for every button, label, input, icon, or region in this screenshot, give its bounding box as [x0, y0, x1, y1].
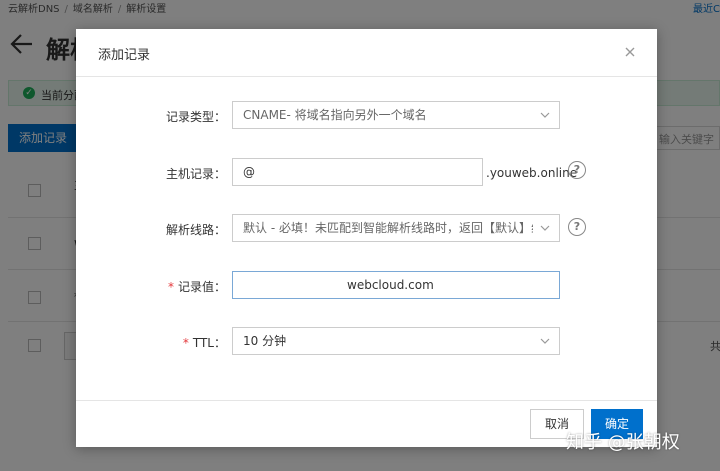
ttl-label: * TTL： [182, 336, 226, 350]
line-select[interactable]: 默认 - 必填！未匹配到智能解析线路时，返回【默认】线路设... [232, 214, 560, 242]
chevron-down-icon [540, 338, 550, 344]
help-icon[interactable]: ? [568, 218, 586, 236]
chevron-down-icon [540, 225, 550, 231]
record-value-input[interactable]: webcloud.com [232, 271, 560, 299]
host-record-label: 主机记录： [165, 167, 226, 181]
add-record-dialog: 添加记录 记录类型： CNAME- 将域名指向另外一个域名 主机记录： @ .y… [76, 29, 657, 447]
chevron-down-icon [540, 112, 550, 118]
record-type-select[interactable]: CNAME- 将域名指向另外一个域名 [232, 101, 560, 129]
close-icon[interactable] [623, 45, 637, 59]
line-label: 解析线路： [165, 223, 226, 237]
record-type-label: 记录类型： [165, 110, 226, 124]
record-value-label: * 记录值： [167, 280, 226, 294]
divider [76, 76, 657, 77]
divider [76, 400, 657, 401]
watermark: 知乎 @张朝权 [566, 432, 680, 453]
host-record-input[interactable]: @ [232, 158, 483, 186]
domain-suffix: .youweb.online [486, 166, 578, 180]
ttl-select[interactable]: 10 分钟 [232, 327, 560, 355]
dialog-title: 添加记录 [98, 48, 151, 63]
help-icon[interactable]: ? [568, 161, 586, 179]
